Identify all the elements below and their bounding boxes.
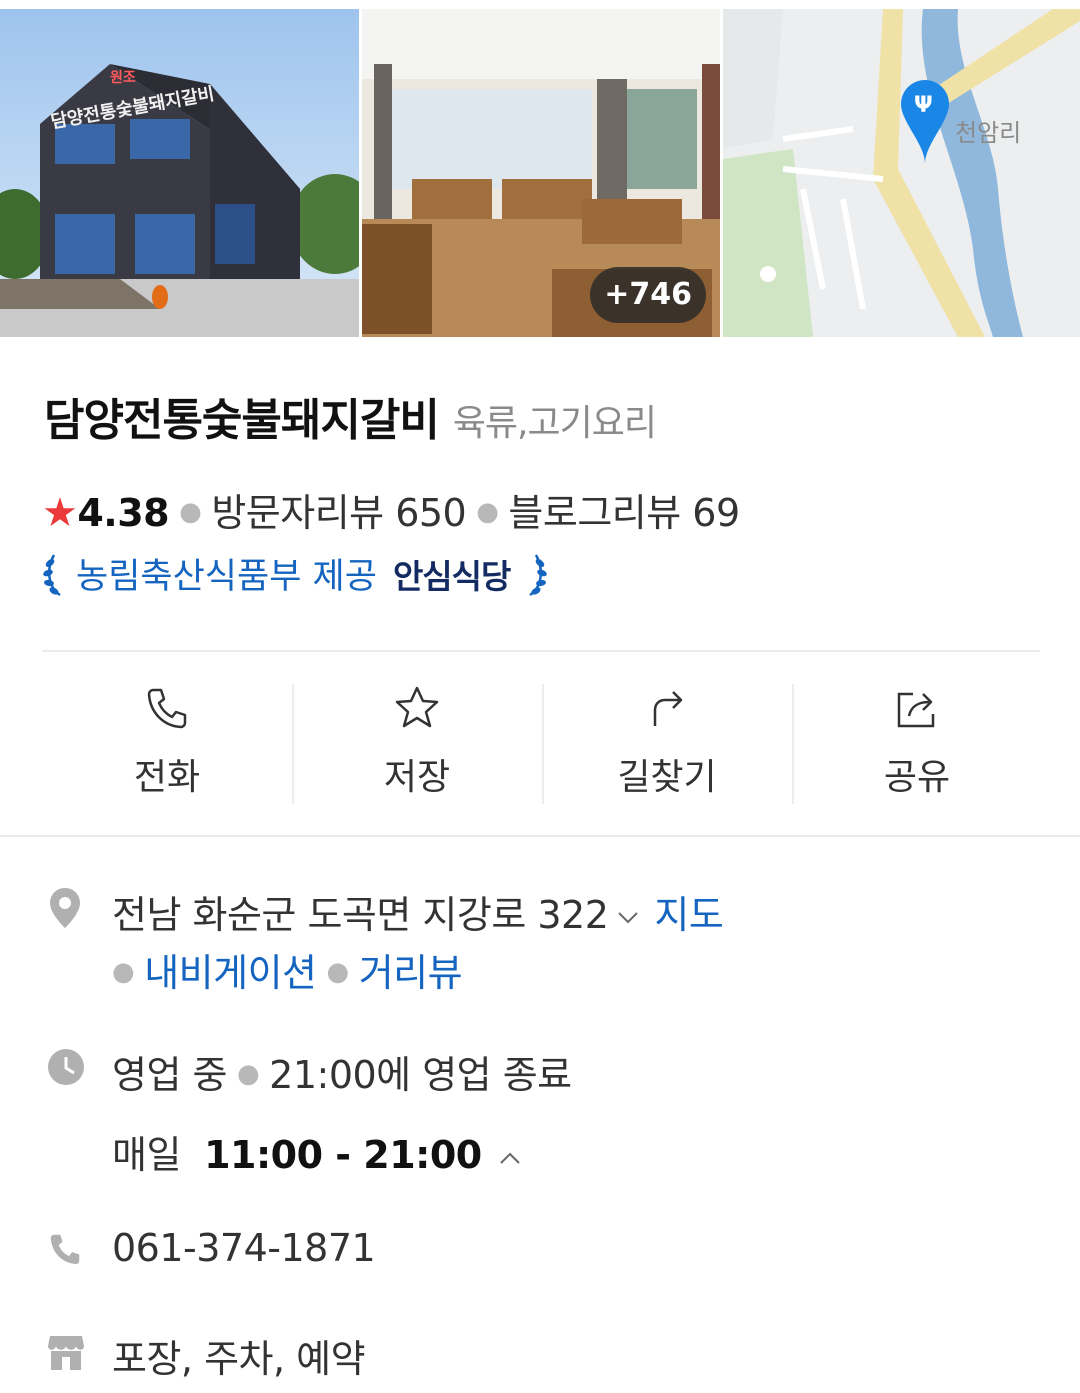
action-bar: 전화 저장 길찾기 공유 [42,670,1042,810]
divider [42,650,1040,652]
interior-photo[interactable]: +746 [362,9,720,337]
share-icon [897,692,935,728]
exterior-photo[interactable]: 원조 담양전통숯불돼지갈비 [0,9,359,337]
directions-button[interactable]: 길찾기 [542,670,792,810]
chevron-down-icon[interactable] [616,906,640,930]
call-button[interactable]: 전화 [42,670,292,810]
place-name: 담양전통숯불돼지갈비 [44,395,440,446]
location-pin-icon [50,888,80,928]
certification-provider: 농림축산식품부 제공 [76,557,377,597]
phone-icon [50,1234,80,1265]
store-icon [48,1336,84,1370]
open-status: 영업 중 [112,1053,227,1097]
safe-restaurant-badge[interactable]: 농림축산식품부 제공 안심식당 [40,548,550,599]
streetview-link[interactable]: 거리뷰 [359,951,463,995]
svg-text:Ψ: Ψ [914,93,933,118]
photo-strip: 원조 담양전통숯불돼지갈비 +746 Ψ 천암리 [0,9,1080,337]
clock-icon [48,1049,84,1085]
hours-range: 11:00 - 21:00 [204,1133,482,1177]
directions-icon [653,691,683,726]
save-label: 저장 [383,757,451,798]
navigation-link[interactable]: 내비게이션 [144,951,317,995]
closing-time: 21:00에 영업 종료 [269,1053,572,1097]
share-button[interactable]: 공유 [792,670,1042,810]
phone-number[interactable]: 061-374-1871 [112,1226,376,1270]
certification-label: 안심식당 [392,556,511,596]
divider [0,835,1080,837]
review-stats: ★4.38 ● 방문자리뷰 650 ● 블로그리뷰 69 [42,490,740,536]
blog-reviews-link[interactable]: 블로그리뷰 69 [508,491,740,535]
visitor-reviews-link[interactable]: 방문자리뷰 650 [211,491,466,535]
call-label: 전화 [133,757,201,798]
rating-value: 4.38 [77,491,170,535]
map-place-label: 천암리 [955,119,1021,147]
place-category: 육류,고기요리 [452,403,657,444]
chevron-up-icon[interactable] [498,1146,522,1170]
star-icon [395,686,439,728]
laurel-left-icon [43,553,61,596]
amenities-text: 포장, 주차, 예약 [112,1337,366,1381]
save-button[interactable]: 저장 [292,670,542,810]
hours-days: 매일 [112,1133,181,1177]
map-link[interactable]: 지도 [654,893,723,937]
hours-status-row[interactable]: 영업 중 ● 21:00에 영업 종료 [112,1044,572,1099]
address-text: 전남 화순군 도곡면 지강로 322 [112,893,609,937]
map-thumbnail[interactable]: Ψ 천암리 [723,9,1080,337]
title-row: 담양전통숯불돼지갈비 육류,고기요리 [44,384,657,448]
directions-label: 길찾기 [617,757,717,798]
laurel-right-icon [529,553,548,596]
phone-icon [147,688,187,729]
rating-star-icon: ★ [42,490,78,536]
share-label: 공유 [883,757,951,798]
hours-detail-row[interactable]: 매일 11:00 - 21:00 [112,1124,536,1179]
exterior-sign-top: 원조 [110,70,136,86]
photo-count-badge[interactable]: +746 [590,267,706,323]
